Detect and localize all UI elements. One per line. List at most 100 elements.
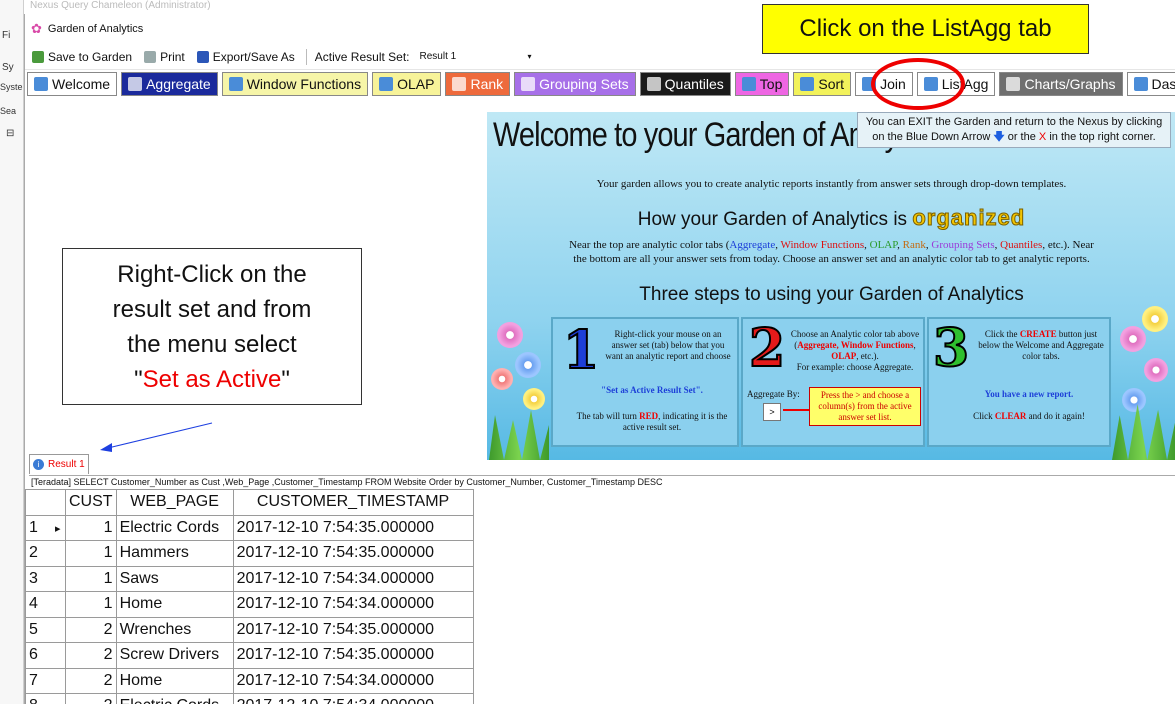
cell-cust[interactable]: 2 — [65, 667, 117, 694]
tab-top[interactable]: Top — [734, 72, 790, 96]
row-number[interactable]: 7 — [25, 667, 66, 694]
step-2-text-2: etc.). — [860, 351, 879, 361]
cell-customer-timestamp[interactable]: 2017-12-10 7:54:34.000000 — [232, 667, 474, 694]
tab-sort[interactable]: Sort — [793, 72, 852, 96]
callout-left-red-text: Set as Active — [142, 366, 282, 393]
row-number[interactable]: 5 — [25, 616, 66, 643]
bg-menu-file: Fi — [2, 30, 11, 41]
flower-right-icon — [1112, 298, 1175, 460]
table-row[interactable]: 5 2 Wrenches 2017-12-10 7:54:35.000000 — [25, 616, 474, 643]
row-number[interactable]: 6 — [25, 642, 66, 669]
tab-label: Quantiles — [664, 76, 724, 92]
table-row[interactable]: 2 1 Hammers 2017-12-10 7:54:35.000000 — [25, 540, 474, 567]
table-row[interactable]: 7 2 Home 2017-12-10 7:54:34.000000 — [25, 667, 474, 694]
result-1-tab-label: Result 1 — [48, 459, 85, 470]
tab-welcome[interactable]: Welcome — [27, 72, 118, 96]
column-header-cust[interactable]: CUST — [65, 489, 117, 516]
banner-heading-word: organized — [912, 205, 1026, 231]
dashboard-icon — [1133, 77, 1148, 91]
cell-web-page-value: Home — [119, 671, 163, 689]
tab-olap[interactable]: OLAP — [372, 72, 442, 96]
table-row[interactable]: 8 2 Electric Cords 2017-12-10 7:54:34.00000… — [25, 693, 474, 704]
tab-aggregate[interactable]: Aggregate — [121, 72, 218, 96]
row-number[interactable]: 4 — [25, 591, 66, 618]
cell-web-page[interactable]: Electric Cords — [115, 514, 234, 541]
cell-cust[interactable]: 2 — [65, 693, 117, 704]
table-row[interactable]: 3 1 Saws 2017-12-10 7:54:34.000000 — [25, 565, 474, 592]
result-1-tab[interactable]: i Result 1 — [29, 454, 89, 474]
column-header-customer-timestamp[interactable]: CUSTOMER_TIMESTAMP — [232, 489, 474, 516]
screen: Fi Sy Syste Sea ⊟ Nexus Query Chameleon … — [0, 0, 1175, 704]
cell-cust[interactable]: 2 — [65, 616, 117, 643]
cell-web-page[interactable]: Home — [115, 591, 234, 618]
cell-cust[interactable]: 1 — [65, 591, 117, 618]
result-grid[interactable]: CUST WEB_PAGE CUSTOMER_TIMESTAMP 1 ▸ 1 Ele… — [25, 489, 1175, 704]
cell-customer-timestamp[interactable]: 2017-12-10 7:54:34.000000 — [232, 565, 474, 592]
cell-cust[interactable]: 1 — [65, 565, 117, 592]
cell-customer-timestamp[interactable]: 2017-12-10 7:54:34.000000 — [232, 591, 474, 618]
tab-quantiles[interactable]: Quantiles — [639, 72, 731, 96]
cell-web-page[interactable]: Home — [115, 667, 234, 694]
active-result-set-select[interactable]: Result 1 ▾ — [415, 47, 536, 66]
cell-customer-timestamp[interactable]: 2017-12-10 7:54:35.000000 — [232, 642, 474, 669]
step-2-number: 2 — [748, 318, 786, 379]
table-row[interactable]: 1 ▸ 1 Electric Cords 2017-12-10 7:54:35.000… — [25, 514, 474, 541]
cell-web-page[interactable]: Electric Cords — [115, 693, 234, 704]
near-olap: OLAP — [869, 239, 898, 251]
table-row[interactable]: 6 2 Screw Drivers 2017-12-10 7:54:35.000000 — [25, 642, 474, 669]
banner-heading-text: How your Garden of Analytics is — [637, 209, 908, 230]
near-text-2: the bottom are all your answer sets from… — [573, 253, 1090, 265]
cell-customer-timestamp[interactable]: 2017-12-10 7:54:35.000000 — [232, 616, 474, 643]
bg-tab-sy: Sy — [2, 62, 14, 73]
near-text-1: Near the top are analytic color tabs ( — [569, 239, 730, 251]
tab-label: Sort — [818, 76, 845, 92]
tab-dashboard[interactable]: Dashboard — [1126, 72, 1175, 96]
tab-label: Aggregate — [146, 76, 211, 92]
cell-customer-timestamp[interactable]: 2017-12-10 7:54:35.000000 — [232, 540, 474, 567]
step-3-again: and do it again! — [1028, 411, 1085, 421]
cell-web-page[interactable]: Wrenches — [115, 616, 234, 643]
column-header-web-page[interactable]: WEB_PAGE — [115, 489, 234, 516]
cell-customer-timestamp[interactable]: 2017-12-10 7:54:34.000000 — [232, 693, 474, 704]
table-row[interactable]: 4 1 Home 2017-12-10 7:54:34.000000 — [25, 591, 474, 618]
row-number-header — [25, 489, 66, 516]
collapse-icon[interactable]: ⊟ — [6, 128, 14, 139]
cell-cust-value: 2 — [104, 697, 113, 704]
cell-cust[interactable]: 1 — [65, 514, 117, 541]
callout-click-listagg: Click on the ListAgg tab — [762, 4, 1089, 54]
cell-cust[interactable]: 1 — [65, 540, 117, 567]
export-save-as-button[interactable]: Export/Save As — [194, 48, 298, 66]
near-window: Window Functions — [780, 239, 865, 251]
active-result-set-label: Active Result Set: — [314, 49, 410, 64]
row-number[interactable]: 2 — [25, 540, 66, 567]
row-number[interactable]: 1 ▸ — [25, 514, 66, 541]
step-1-panel: 1 Right-click your mouse on an answer se… — [551, 317, 739, 447]
tab-rank[interactable]: Rank — [445, 72, 511, 96]
sort-icon — [800, 77, 815, 91]
tab-grouping-sets[interactable]: Grouping Sets — [514, 72, 636, 96]
exit-text-2: on the Blue Down Arrow — [872, 131, 991, 143]
print-button[interactable]: Print — [141, 48, 188, 66]
save-garden-icon — [32, 50, 44, 63]
step-1-red: RED — [639, 411, 659, 421]
cell-customer-timestamp[interactable]: 2017-12-10 7:54:35.000000 — [232, 514, 474, 541]
export-label: Export/Save As — [212, 49, 295, 64]
cell-web-page[interactable]: Screw Drivers — [115, 642, 234, 669]
row-number[interactable]: 8 — [25, 693, 66, 704]
row-number-value: 2 — [29, 544, 38, 562]
cell-customer-timestamp-value: 2017-12-10 7:54:34.000000 — [236, 595, 435, 613]
near-aggregate: Aggregate — [729, 239, 776, 251]
cell-web-page-value: Saws — [119, 569, 159, 587]
chart-icon — [452, 77, 467, 91]
tab-window-functions[interactable]: Window Functions — [221, 72, 369, 96]
step-1-link: "Set as Active Result Set". — [601, 385, 703, 395]
callout-left-line-1: Right-Click on the — [117, 261, 307, 288]
save-to-garden-button[interactable]: Save to Garden — [29, 48, 135, 66]
row-number-value: 7 — [29, 671, 38, 689]
cell-web-page[interactable]: Hammers — [115, 540, 234, 567]
row-number[interactable]: 3 — [25, 565, 66, 592]
window-title: Garden of Analytics — [47, 23, 144, 35]
tab-charts-graphs[interactable]: Charts/Graphs — [999, 72, 1123, 96]
cell-cust[interactable]: 2 — [65, 642, 117, 669]
cell-web-page[interactable]: Saws — [115, 565, 234, 592]
